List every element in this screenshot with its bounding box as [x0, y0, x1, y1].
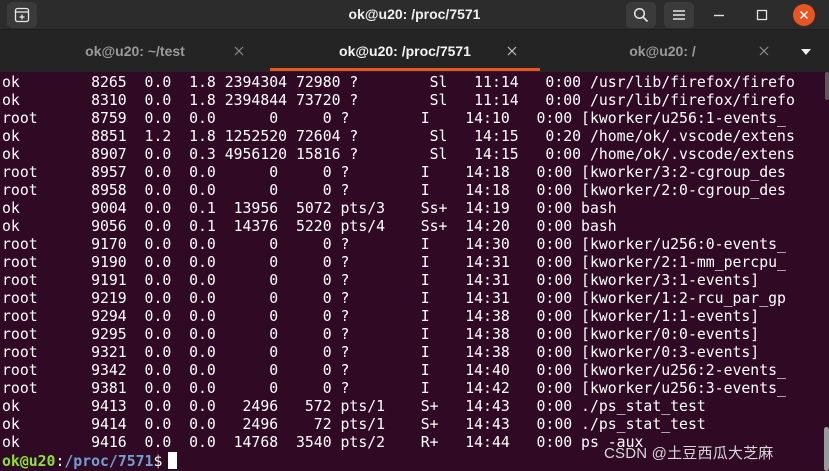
process-row: root 9170 0.0 0.0 0 0 ? I 14:30 0:00 [kw… — [2, 236, 786, 253]
tab-close-button[interactable] — [505, 44, 519, 58]
process-row: root 9295 0.0 0.0 0 0 ? I 14:38 0:00 [kw… — [2, 326, 760, 343]
process-row: ok 9416 0.0 0.0 14768 3540 pts/2 R+ 14:4… — [2, 434, 644, 451]
process-row: root 9219 0.0 0.0 0 0 ? I 14:31 0:00 [kw… — [2, 290, 786, 307]
title-bar: ok@u20: /proc/7571 — [0, 0, 829, 30]
scrollbar-track-marker — [825, 72, 829, 100]
text-cursor — [168, 452, 178, 469]
maximize-button[interactable] — [745, 0, 779, 30]
tab-close-icon — [234, 46, 244, 56]
process-row: root 9190 0.0 0.0 0 0 ? I 14:31 0:00 [kw… — [2, 254, 786, 271]
tab-close-button[interactable] — [757, 44, 771, 58]
watermark: CSDN @土豆西瓜大芝麻 — [604, 445, 774, 462]
minimize-icon — [714, 14, 724, 17]
tab-label: ok@u20: / — [629, 43, 696, 59]
process-row: ok 9414 0.0 0.0 2496 72 pts/1 S+ 14:43 0… — [2, 416, 706, 433]
terminal-output[interactable]: ok 8265 0.0 1.8 2394304 72980 ? Sl 11:14… — [0, 72, 829, 471]
process-row: ok 9413 0.0 0.0 2496 572 pts/1 S+ 14:43 … — [2, 398, 706, 415]
tab-close-icon — [759, 46, 769, 56]
shell-prompt: ok@u20:/proc/7571$ — [2, 452, 178, 470]
tab-label: ok@u20: /proc/7571 — [339, 43, 471, 59]
process-row: ok 9004 0.0 0.1 13956 5072 pts/3 Ss+ 14:… — [2, 200, 617, 217]
tab-test[interactable]: ok@u20: ~/test — [0, 30, 270, 72]
process-row: ok 8907 0.0 0.3 4956120 15816 ? Sl 14:15… — [2, 146, 795, 163]
menu-button[interactable] — [664, 2, 694, 28]
process-row: root 9294 0.0 0.0 0 0 ? I 14:38 0:00 [kw… — [2, 308, 760, 325]
tab-proc[interactable]: ok@u20: /proc/7571 — [270, 30, 540, 72]
new-tab-icon — [14, 7, 30, 23]
chevron-down-icon — [801, 49, 811, 55]
process-row: ok 9056 0.0 0.1 14376 5220 pts/4 Ss+ 14:… — [2, 218, 617, 235]
new-tab-button[interactable] — [7, 2, 37, 28]
tab-bar: ok@u20: ~/test ok@u20: /proc/7571 ok@u20… — [0, 30, 829, 72]
close-icon — [799, 10, 809, 20]
tab-root[interactable]: ok@u20: / — [540, 30, 785, 72]
process-row: ok 8851 1.2 1.8 1252520 72604 ? Sl 14:15… — [2, 128, 795, 145]
active-tab-indicator — [270, 68, 540, 71]
process-row: root 9381 0.0 0.0 0 0 ? I 14:42 0:00 [kw… — [2, 380, 786, 397]
prompt-path: /proc/7571 — [64, 453, 154, 470]
process-row: root 8759 0.0 0.0 0 0 ? I 14:10 0:00 [kw… — [2, 110, 786, 127]
prompt-user-host: ok@u20 — [2, 453, 56, 470]
process-row: root 9191 0.0 0.0 0 0 ? I 14:31 0:00 [kw… — [2, 272, 760, 289]
terminal-scrollbar[interactable] — [821, 72, 829, 471]
process-row: ok 8265 0.0 1.8 2394304 72980 ? Sl 11:14… — [2, 74, 795, 91]
close-button-circle — [793, 4, 815, 26]
process-row: root 9321 0.0 0.0 0 0 ? I 14:38 0:00 [kw… — [2, 344, 760, 361]
process-row: root 9342 0.0 0.0 0 0 ? I 14:40 0:00 [kw… — [2, 362, 786, 379]
search-icon — [633, 7, 649, 23]
search-button[interactable] — [626, 2, 656, 28]
process-row: root 8958 0.0 0.0 0 0 ? I 14:18 0:00 [kw… — [2, 182, 786, 199]
process-row: root 8957 0.0 0.0 0 0 ? I 14:18 0:00 [kw… — [2, 164, 786, 181]
close-window-button[interactable] — [787, 0, 821, 30]
process-row: ok 8310 0.0 1.8 2394844 73720 ? Sl 11:14… — [2, 92, 795, 109]
minimize-button[interactable] — [702, 0, 736, 30]
prompt-symbol: $ — [153, 453, 163, 470]
hamburger-menu-icon — [673, 10, 685, 20]
tab-label: ok@u20: ~/test — [85, 43, 185, 59]
tab-close-button[interactable] — [232, 44, 246, 58]
maximize-icon — [756, 9, 768, 21]
tab-close-icon — [507, 46, 517, 56]
scrollbar-thumb[interactable] — [824, 427, 829, 471]
tab-list-button[interactable] — [796, 45, 816, 59]
